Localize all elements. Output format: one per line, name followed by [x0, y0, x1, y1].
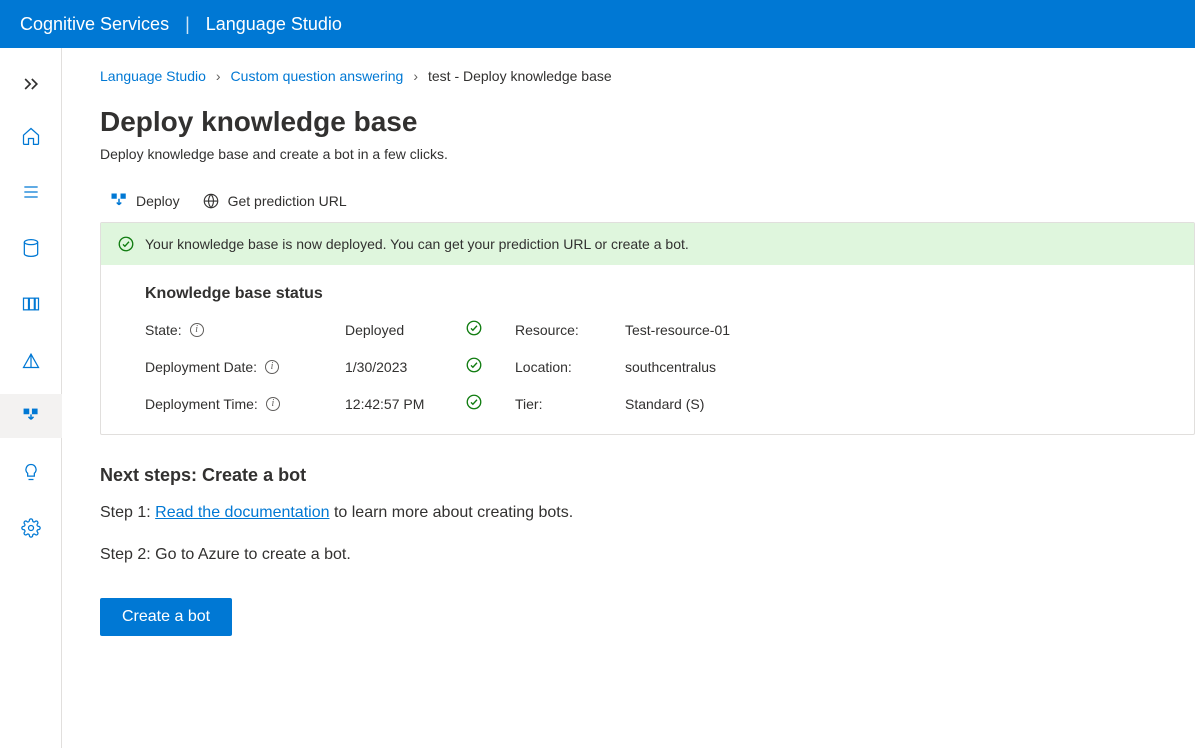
sidebar-database[interactable] — [0, 226, 62, 270]
date-value: 1/30/2023 — [345, 359, 465, 375]
sidebar-deploy[interactable] — [0, 394, 62, 438]
globe-icon — [202, 192, 220, 210]
breadcrumb-current: test - Deploy knowledge base — [428, 68, 612, 84]
deploy-button-label: Deploy — [136, 193, 180, 209]
sidebar-lightbulb[interactable] — [0, 450, 62, 494]
check-circle-icon — [465, 393, 483, 411]
time-label: Deployment Time: — [145, 396, 258, 412]
sidebar-expand[interactable] — [0, 66, 62, 102]
sidebar — [0, 48, 62, 748]
check-circle-icon — [465, 356, 483, 374]
check-circle-icon — [465, 319, 483, 337]
step-1: Step 1: Read the documentation to learn … — [100, 504, 1195, 522]
next-steps-heading: Next steps: Create a bot — [100, 465, 1195, 486]
banner-message: Your knowledge base is now deployed. You… — [145, 236, 689, 252]
settings-icon — [21, 518, 41, 538]
state-value: Deployed — [345, 322, 465, 338]
status-heading: Knowledge base status — [145, 285, 1154, 303]
location-value: southcentralus — [625, 359, 825, 375]
resource-value: Test-resource-01 — [625, 322, 825, 338]
database-icon — [21, 238, 41, 258]
info-icon[interactable]: i — [265, 360, 279, 374]
create-bot-button[interactable]: Create a bot — [100, 598, 232, 636]
status-card: Your knowledge base is now deployed. You… — [100, 222, 1195, 435]
success-check-icon — [117, 235, 135, 253]
page-title: Deploy knowledge base — [100, 106, 1195, 138]
date-label: Deployment Date: — [145, 359, 257, 375]
list-icon — [21, 182, 41, 202]
toolbar: Deploy Get prediction URL — [100, 192, 1195, 210]
info-icon[interactable]: i — [266, 397, 280, 411]
product-name: Language Studio — [206, 14, 342, 35]
chevron-right-icon: › — [413, 68, 418, 84]
brand-name: Cognitive Services — [20, 14, 169, 35]
sidebar-org[interactable] — [0, 338, 62, 382]
sidebar-home[interactable] — [0, 114, 62, 158]
get-url-button-label: Get prediction URL — [228, 193, 347, 209]
step-2: Step 2: Go to Azure to create a bot. — [100, 546, 1195, 564]
breadcrumb: Language Studio › Custom question answer… — [100, 68, 1195, 84]
chevron-right-icon: › — [216, 68, 221, 84]
info-icon[interactable]: i — [190, 323, 204, 337]
top-header: Cognitive Services | Language Studio — [0, 0, 1195, 48]
header-separator: | — [185, 14, 190, 35]
home-icon — [21, 126, 41, 146]
breadcrumb-link-1[interactable]: Custom question answering — [231, 68, 404, 84]
library-icon — [21, 294, 41, 314]
step1-prefix: Step 1: — [100, 504, 155, 521]
sidebar-settings[interactable] — [0, 506, 62, 550]
get-url-button[interactable]: Get prediction URL — [202, 192, 347, 210]
resource-label: Resource: — [515, 322, 625, 338]
breadcrumb-link-0[interactable]: Language Studio — [100, 68, 206, 84]
status-grid: State: i Deployed Resource: Test-resource… — [145, 319, 1154, 414]
location-label: Location: — [515, 359, 625, 375]
org-icon — [21, 350, 41, 370]
main-content: Language Studio › Custom question answer… — [62, 48, 1195, 748]
step1-suffix: to learn more about creating bots. — [330, 504, 574, 521]
state-label: State: — [145, 322, 182, 338]
read-docs-link[interactable]: Read the documentation — [155, 504, 329, 521]
time-value: 12:42:57 PM — [345, 396, 465, 412]
success-banner: Your knowledge base is now deployed. You… — [101, 223, 1194, 265]
deploy-icon — [21, 406, 41, 426]
tier-value: Standard (S) — [625, 396, 825, 412]
sidebar-list[interactable] — [0, 170, 62, 214]
deploy-action-icon — [110, 192, 128, 210]
page-subtitle: Deploy knowledge base and create a bot i… — [100, 146, 1195, 162]
expand-icon — [21, 74, 41, 94]
lightbulb-icon — [21, 462, 41, 482]
sidebar-library[interactable] — [0, 282, 62, 326]
deploy-button[interactable]: Deploy — [110, 192, 180, 210]
tier-label: Tier: — [515, 396, 625, 412]
